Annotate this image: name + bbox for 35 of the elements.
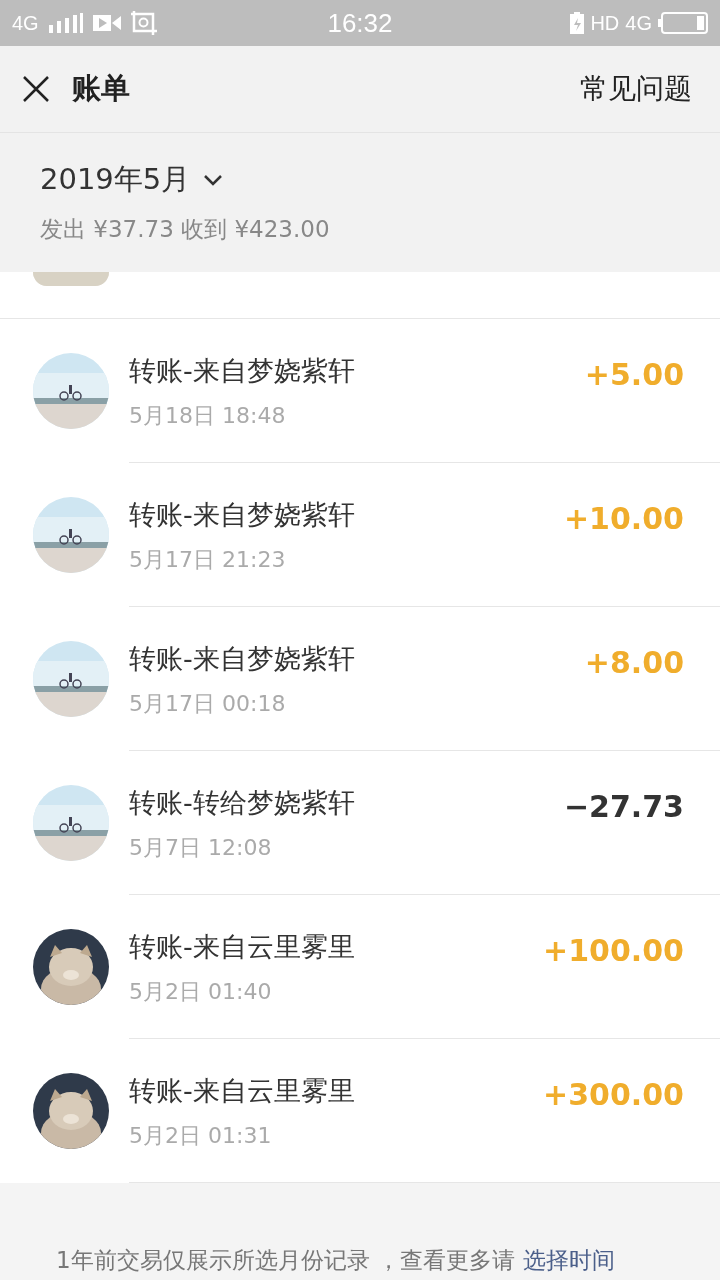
transaction-amount: +300.00 xyxy=(543,1077,684,1114)
transaction-amount: +100.00 xyxy=(543,933,684,970)
signal-icon xyxy=(48,13,83,33)
transaction-date: 5月2日 01:31 xyxy=(129,1122,273,1150)
month-picker[interactable]: 2019年5月 xyxy=(40,160,225,200)
clock: 16:32 xyxy=(326,7,394,39)
transaction-date: 5月17日 00:18 xyxy=(129,690,287,718)
select-time-link[interactable]: 选择时间 xyxy=(522,1245,615,1276)
hd-label: HD xyxy=(590,11,620,35)
battery-saver-icon xyxy=(570,12,585,34)
transaction-title: 转账-来自梦娆紫轩 xyxy=(129,642,355,676)
screenshot-icon xyxy=(130,11,157,35)
chevron-down-icon xyxy=(202,173,225,187)
close-button[interactable] xyxy=(22,75,50,103)
transaction-date: 5月2日 01:40 xyxy=(129,978,273,1006)
transaction-amount: +5.00 xyxy=(584,357,684,394)
transaction-title: 转账-转给梦娆紫轩 xyxy=(129,786,355,820)
transaction-amount: −27.73 xyxy=(563,789,684,826)
network-label: 4G xyxy=(12,11,39,35)
transaction-amount: +10.00 xyxy=(563,501,684,538)
transaction-title: 转账-来自云里雾里 xyxy=(129,1074,355,1108)
faq-link[interactable]: 常见问题 xyxy=(580,70,692,108)
transaction-date: 5月17日 21:23 xyxy=(129,546,287,574)
transaction-title: 转账-来自云里雾里 xyxy=(129,930,355,964)
video-icon xyxy=(92,14,121,32)
transaction-title: 转账-来自梦娆紫轩 xyxy=(129,354,355,388)
network-label: 4G xyxy=(625,11,652,35)
footer-note: 1年前交易仅展示所选月份记录 ，查看更多请 xyxy=(56,1246,515,1275)
transaction-title: 转账-来自梦娆紫轩 xyxy=(129,498,355,532)
totals-text: 发出 ¥37.73 收到 ¥423.00 xyxy=(40,215,330,244)
transaction-date: 5月18日 18:48 xyxy=(129,402,287,430)
battery-icon xyxy=(658,12,708,34)
transaction-date: 5月7日 12:08 xyxy=(129,834,273,862)
page-title: 账单 xyxy=(72,70,130,107)
transaction-amount: +8.00 xyxy=(584,645,684,682)
